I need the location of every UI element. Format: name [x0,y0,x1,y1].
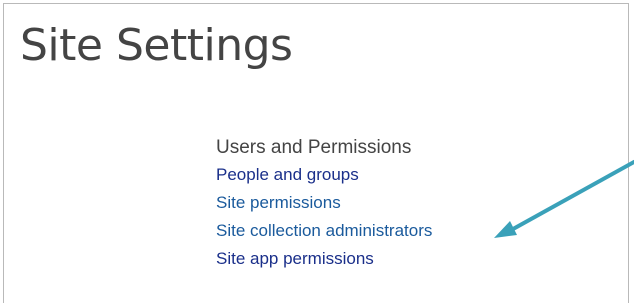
people-and-groups-link[interactable]: People and groups [216,165,359,184]
site-app-permissions-link[interactable]: Site app permissions [216,249,374,268]
link-item-site-app-permissions: Site app permissions [216,247,536,275]
users-and-permissions-links: People and groups Site permissions Site … [216,163,536,275]
link-item-site-collection-administrators: Site collection administrators [216,219,536,247]
site-collection-administrators-link[interactable]: Site collection administrators [216,221,432,240]
link-item-site-permissions: Site permissions [216,191,536,219]
users-and-permissions-heading: Users and Permissions [216,137,412,158]
users-and-permissions-section: Users and Permissions People and groups … [216,134,536,275]
site-permissions-link[interactable]: Site permissions [216,193,341,212]
page-title: Site Settings [20,20,293,71]
link-item-people-and-groups: People and groups [216,163,536,191]
